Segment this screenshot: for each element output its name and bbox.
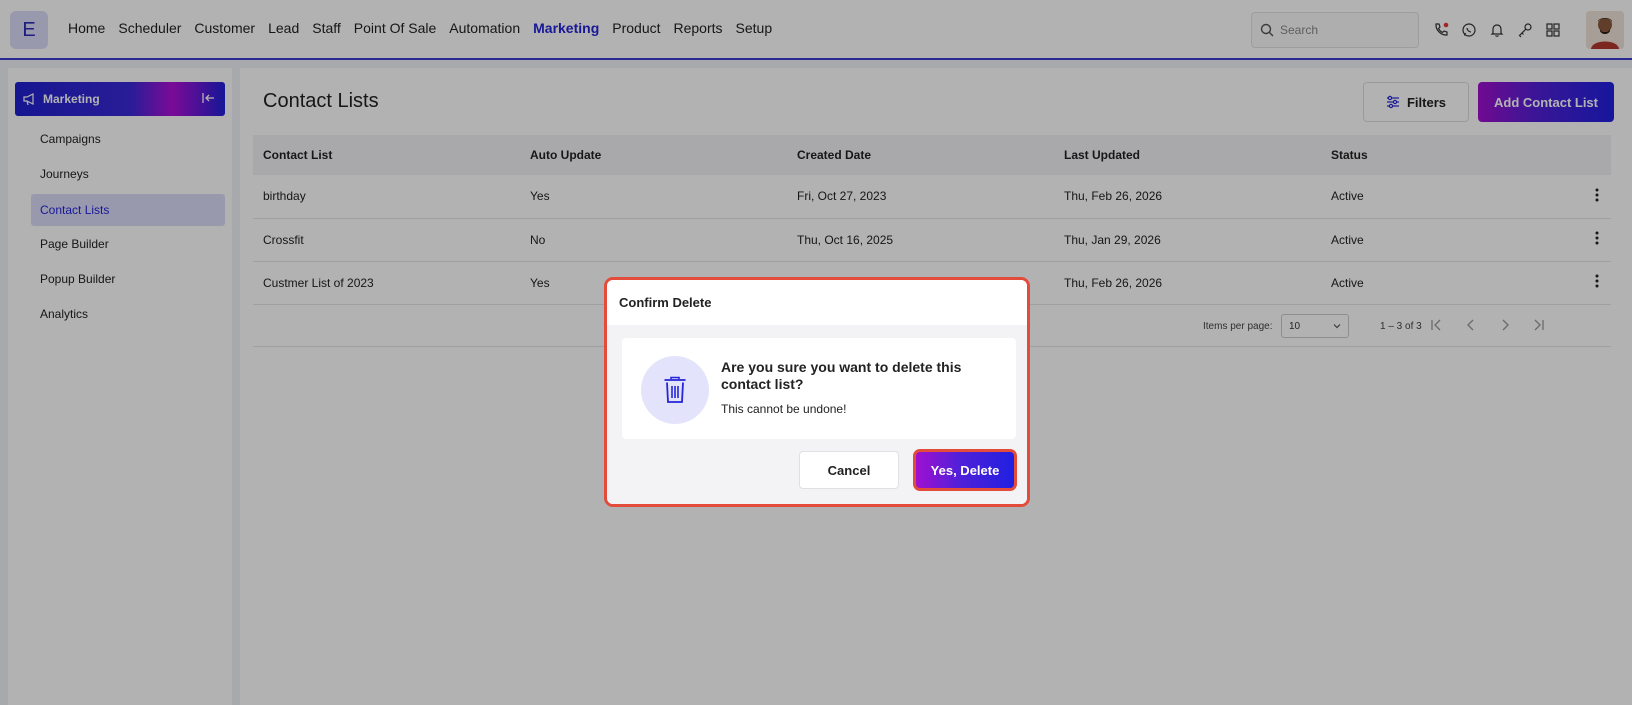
dialog-title: Confirm Delete bbox=[607, 280, 1027, 325]
cancel-button[interactable]: Cancel bbox=[799, 451, 899, 489]
confirm-delete-button[interactable]: Yes, Delete bbox=[913, 449, 1017, 491]
dialog-question: Are you sure you want to delete this con… bbox=[721, 359, 962, 392]
dialog-warning: This cannot be undone! bbox=[721, 402, 847, 416]
trash-icon bbox=[641, 356, 709, 424]
dialog-message-card: Are you sure you want to delete this con… bbox=[622, 338, 1016, 439]
confirm-delete-dialog: Confirm Delete Are you sure you want to … bbox=[604, 277, 1030, 507]
dialog-body: Are you sure you want to delete this con… bbox=[607, 325, 1027, 504]
